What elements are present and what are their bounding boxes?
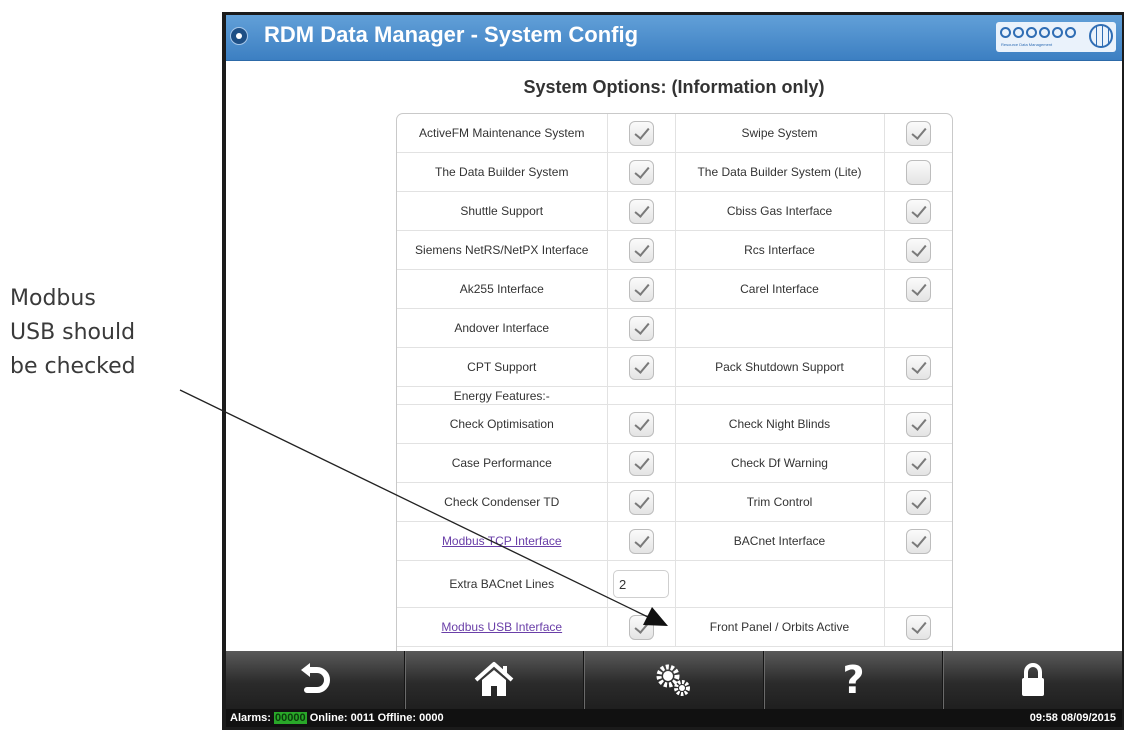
option-row: Case Performance Check Df Warning [397,443,952,483]
title-bar: RDM Data Manager - System Config Resourc… [226,15,1122,61]
modbus-usb-link[interactable]: Modbus USB Interface [441,620,562,634]
option-checkbox[interactable] [905,411,931,437]
option-label: Siemens NetRS/NetPX Interface [397,230,608,270]
option-row: Siemens NetRS/NetPX Interface Rcs Interf… [397,230,952,270]
option-label: Shuttle Support [397,191,608,231]
option-checkbox[interactable] [905,159,931,185]
empty-cell [884,560,952,608]
option-label: Rcs Interface [675,230,885,270]
annotation-note: Modbus USB should be checked [10,282,136,384]
empty-cell [884,308,952,348]
option-checkbox[interactable] [628,450,654,476]
option-checkbox[interactable] [628,159,654,185]
options-table: ActiveFM Maintenance System Swipe System… [397,114,952,647]
lock-button[interactable] [943,651,1122,709]
option-checkbox[interactable] [905,276,931,302]
app-screen: RDM Data Manager - System Config Resourc… [226,15,1122,727]
globe-icon [1089,24,1113,48]
gears-icon [656,664,690,696]
option-checkbox[interactable] [628,411,654,437]
section-row: Energy Features:- [397,386,952,405]
option-row: Andover Interface [397,308,952,348]
option-label: Extra BACnet Lines [397,560,608,608]
option-label: The Data Builder System (Lite) [675,152,885,192]
alarms-count: 00000 [274,712,307,724]
option-label: Check Optimisation [397,404,608,444]
option-row: CPT Support Pack Shutdown Support [397,347,952,387]
option-label: Trim Control [675,482,885,522]
option-label: ActiveFM Maintenance System [397,114,608,153]
help-button[interactable]: ? [763,651,944,709]
option-checkbox[interactable] [905,198,931,224]
connection-status: Alarms: 00000 Online: 0011 Offline: 0000 [230,709,444,727]
option-label: BACnet Interface [675,521,885,561]
option-checkbox[interactable] [905,489,931,515]
home-icon [475,662,514,696]
option-row: Check Optimisation Check Night Blinds [397,404,952,444]
option-checkbox[interactable] [628,120,654,146]
option-checkbox[interactable] [628,315,654,341]
option-label: Ak255 Interface [397,269,608,309]
option-label: Carel Interface [675,269,885,309]
option-row: Ak255 Interface Carel Interface [397,269,952,309]
option-row: Check Condenser TD Trim Control [397,482,952,522]
status-bar: Alarms: 00000 Online: 0011 Offline: 0000… [226,709,1122,727]
option-label: The Data Builder System [397,152,608,192]
section-heading: System Options: (Information only) [523,77,825,97]
home-button[interactable] [404,651,585,709]
bottom-toolbar: ? [226,651,1122,709]
option-checkbox[interactable] [628,354,654,380]
option-row: Modbus USB Interface Front Panel / Orbit… [397,607,952,647]
option-label: Andover Interface [397,308,608,348]
option-row: ActiveFM Maintenance System Swipe System [397,114,952,153]
option-label: Check Condenser TD [397,482,608,522]
window-title: RDM Data Manager - System Config [264,22,639,47]
offline-status: Offline: 0000 [377,712,444,724]
online-status: Online: 0011 [309,712,375,724]
option-checkbox[interactable] [905,237,931,263]
option-checkbox[interactable] [905,354,931,380]
modbus-usb-checkbox[interactable] [628,614,654,640]
annotation-line: Modbus [10,286,96,311]
clock: 09:58 08/09/2015 [1029,712,1116,724]
option-label: Pack Shutdown Support [675,347,885,387]
modbus-tcp-link[interactable]: Modbus TCP Interface [442,534,562,548]
option-checkbox[interactable] [905,120,931,146]
options-panel: ActiveFM Maintenance System Swipe System… [396,113,953,675]
option-label: Swipe System [675,114,885,153]
empty-cell [675,560,885,608]
empty-cell [675,308,885,348]
option-checkbox[interactable] [628,528,654,554]
option-row: Modbus TCP Interface BACnet Interface [397,521,952,561]
option-checkbox[interactable] [905,450,931,476]
option-checkbox[interactable] [905,614,931,640]
alarms-label: Alarms: [230,712,271,724]
annotation-line: USB should [10,320,136,345]
option-checkbox[interactable] [628,276,654,302]
rdm-logo: Resource Data Management [996,22,1116,52]
option-row: Shuttle Support Cbiss Gas Interface [397,191,952,231]
option-row: Extra BACnet Lines [397,560,952,608]
lock-icon [1022,663,1045,696]
option-checkbox[interactable] [628,237,654,263]
option-label: CPT Support [397,347,608,387]
energy-features-label: Energy Features:- [397,386,608,405]
option-row: The Data Builder System The Data Builder… [397,152,952,192]
option-label: Front Panel / Orbits Active [675,607,885,647]
option-label: Check Df Warning [675,443,885,483]
back-arrow-icon [300,663,330,693]
menu-dot-icon[interactable] [230,27,248,45]
option-label: Check Night Blinds [675,404,885,444]
extra-bacnet-lines-input[interactable] [613,570,669,598]
annotation-line: be checked [10,354,136,379]
option-checkbox[interactable] [628,198,654,224]
option-label: Cbiss Gas Interface [675,191,885,231]
logo-tagline: Resource Data Management [1001,42,1053,47]
back-button[interactable] [226,651,405,709]
option-checkbox[interactable] [905,528,931,554]
settings-button[interactable] [584,651,764,709]
help-icon: ? [842,658,865,702]
option-label: Case Performance [397,443,608,483]
option-checkbox[interactable] [628,489,654,515]
